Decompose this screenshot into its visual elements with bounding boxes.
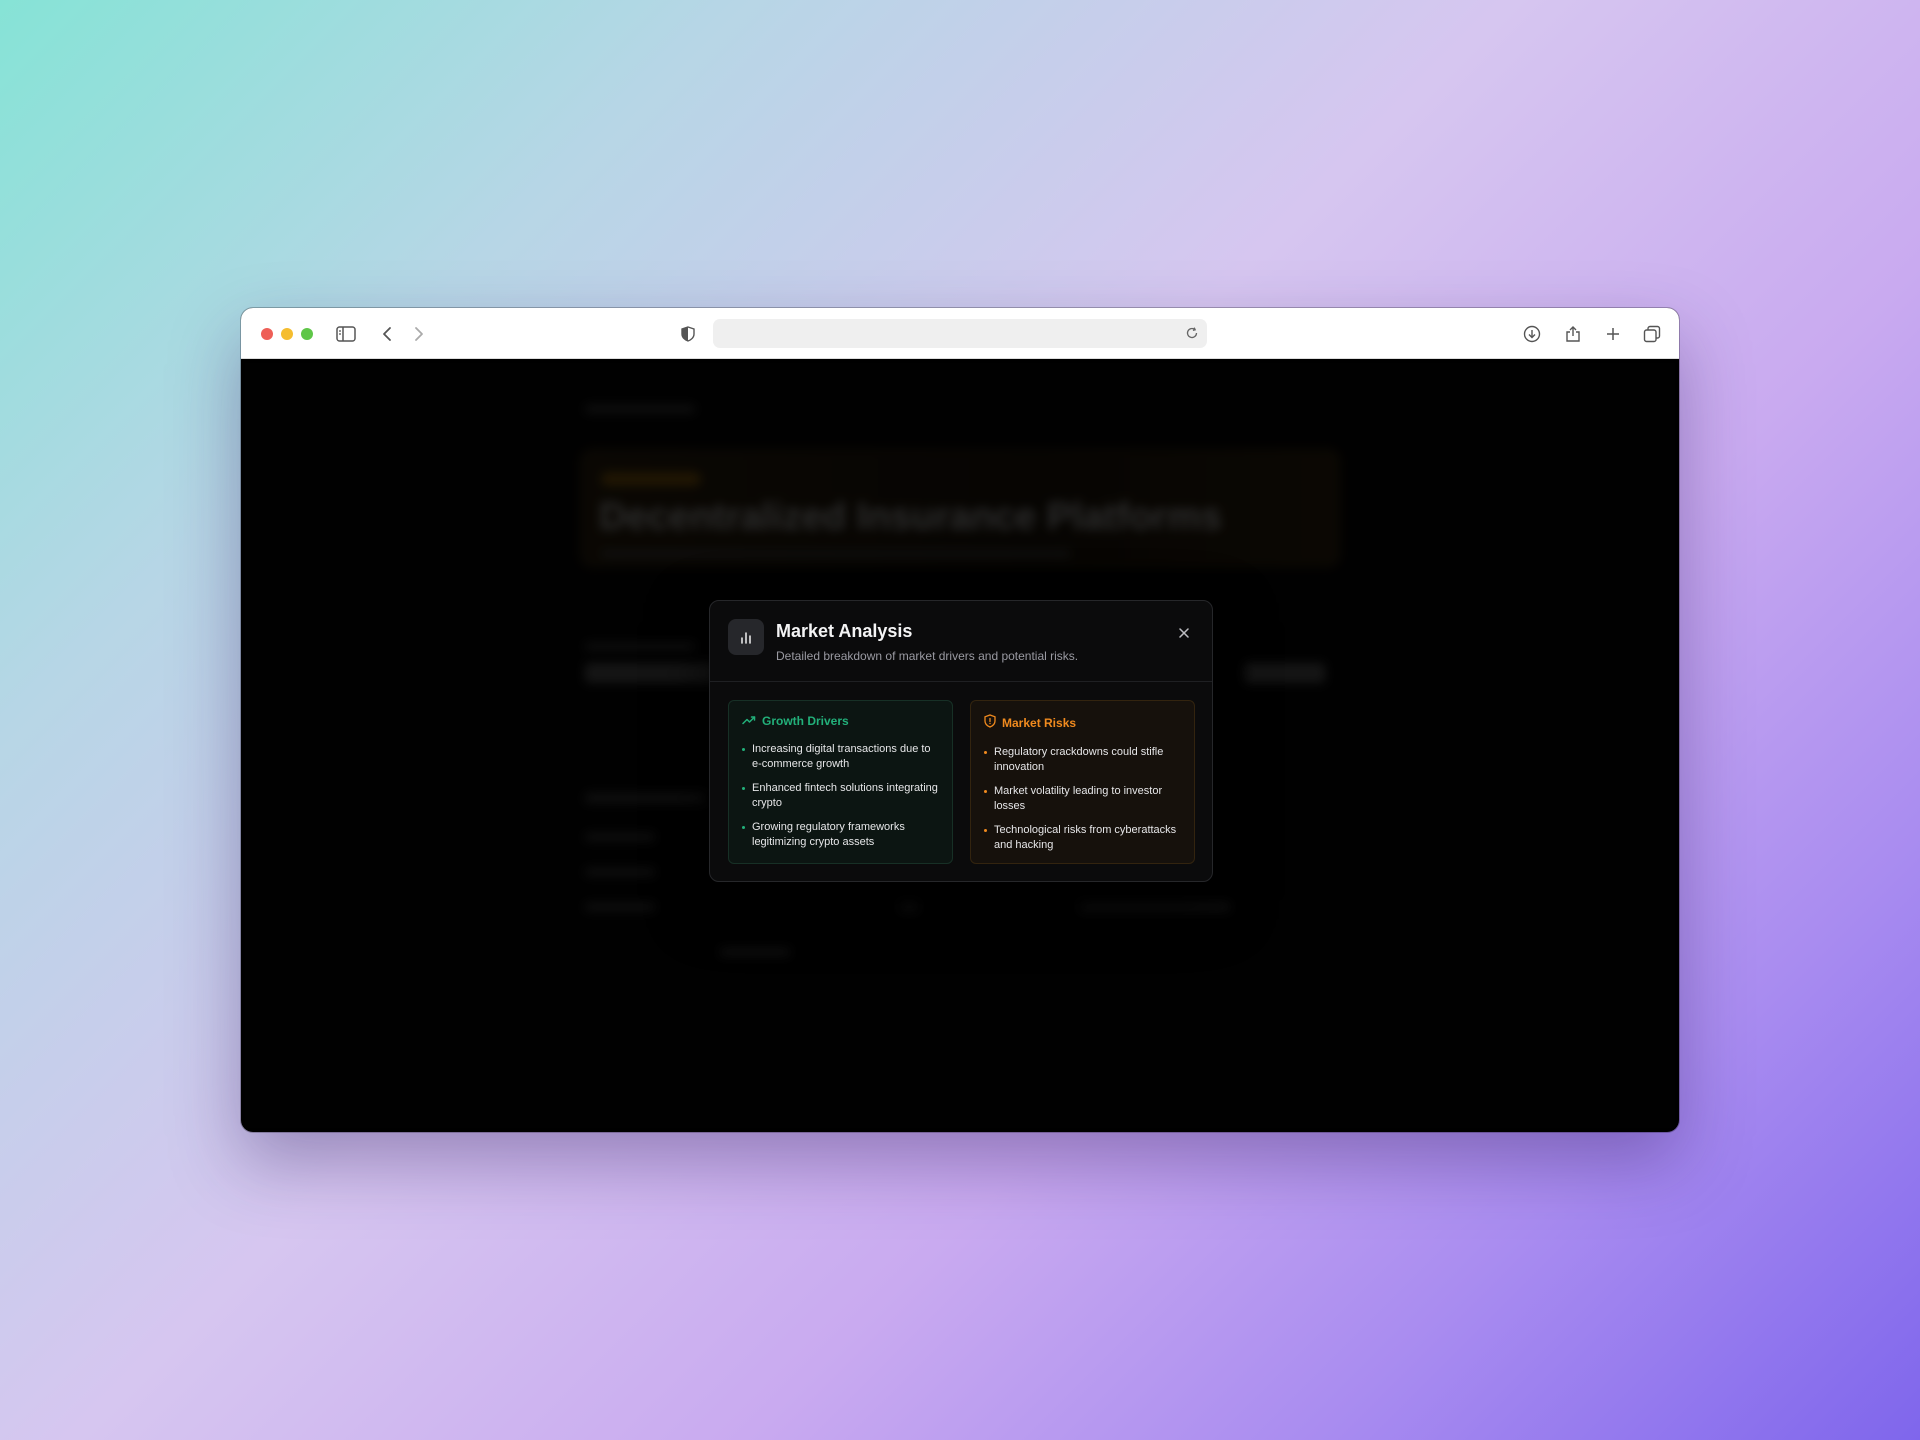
growth-drivers-list: Increasing digital transactions due to e…: [742, 742, 939, 850]
download-icon[interactable]: [1520, 322, 1544, 346]
growth-drivers-heading: Growth Drivers: [742, 714, 939, 728]
address-bar[interactable]: [713, 319, 1207, 348]
market-risks-card: Market Risks Regulatory crackdowns could…: [970, 700, 1195, 864]
reload-icon[interactable]: [1185, 326, 1199, 345]
growth-drivers-card: Growth Drivers Increasing digital transa…: [728, 700, 953, 864]
minimize-window-button[interactable]: [281, 328, 293, 340]
close-window-button[interactable]: [261, 328, 273, 340]
bar-chart-icon: [728, 619, 764, 655]
trending-up-icon: [742, 714, 756, 728]
share-icon[interactable]: [1561, 322, 1585, 346]
page-content: Decentralized Insurance Platforms Market…: [245, 363, 1675, 1128]
growth-drivers-title: Growth Drivers: [762, 714, 849, 728]
forward-icon[interactable]: [407, 322, 431, 346]
list-item: Increasing digital transactions due to e…: [742, 742, 939, 772]
back-icon[interactable]: [375, 322, 399, 346]
shield-alert-icon: [984, 714, 996, 731]
market-risks-heading: Market Risks: [984, 714, 1181, 731]
list-item: Market volatility leading to investor lo…: [984, 784, 1181, 814]
browser-window: Decentralized Insurance Platforms Market…: [241, 308, 1679, 1132]
dialog-header: Market Analysis Detailed breakdown of ma…: [710, 601, 1212, 682]
list-item: Technological risks from cyberattacks an…: [984, 823, 1181, 853]
close-icon[interactable]: [1174, 623, 1194, 643]
sidebar-icon[interactable]: [334, 322, 358, 346]
zoom-window-button[interactable]: [301, 328, 313, 340]
new-tab-icon[interactable]: [1601, 322, 1625, 346]
dialog-title: Market Analysis: [776, 621, 913, 641]
list-item: Growing regulatory frameworks legitimizi…: [742, 820, 939, 850]
market-risks-list: Regulatory crackdowns could stifle innov…: [984, 745, 1181, 853]
market-analysis-dialog: Market Analysis Detailed breakdown of ma…: [709, 600, 1213, 882]
dialog-description: Detailed breakdown of market drivers and…: [776, 649, 1079, 663]
browser-toolbar: [241, 308, 1679, 359]
tabs-overview-icon[interactable]: [1640, 322, 1664, 346]
list-item: Enhanced fintech solutions integrating c…: [742, 781, 939, 811]
list-item: Regulatory crackdowns could stifle innov…: [984, 745, 1181, 775]
market-risks-title: Market Risks: [1002, 715, 1077, 730]
shield-icon[interactable]: [676, 322, 700, 346]
